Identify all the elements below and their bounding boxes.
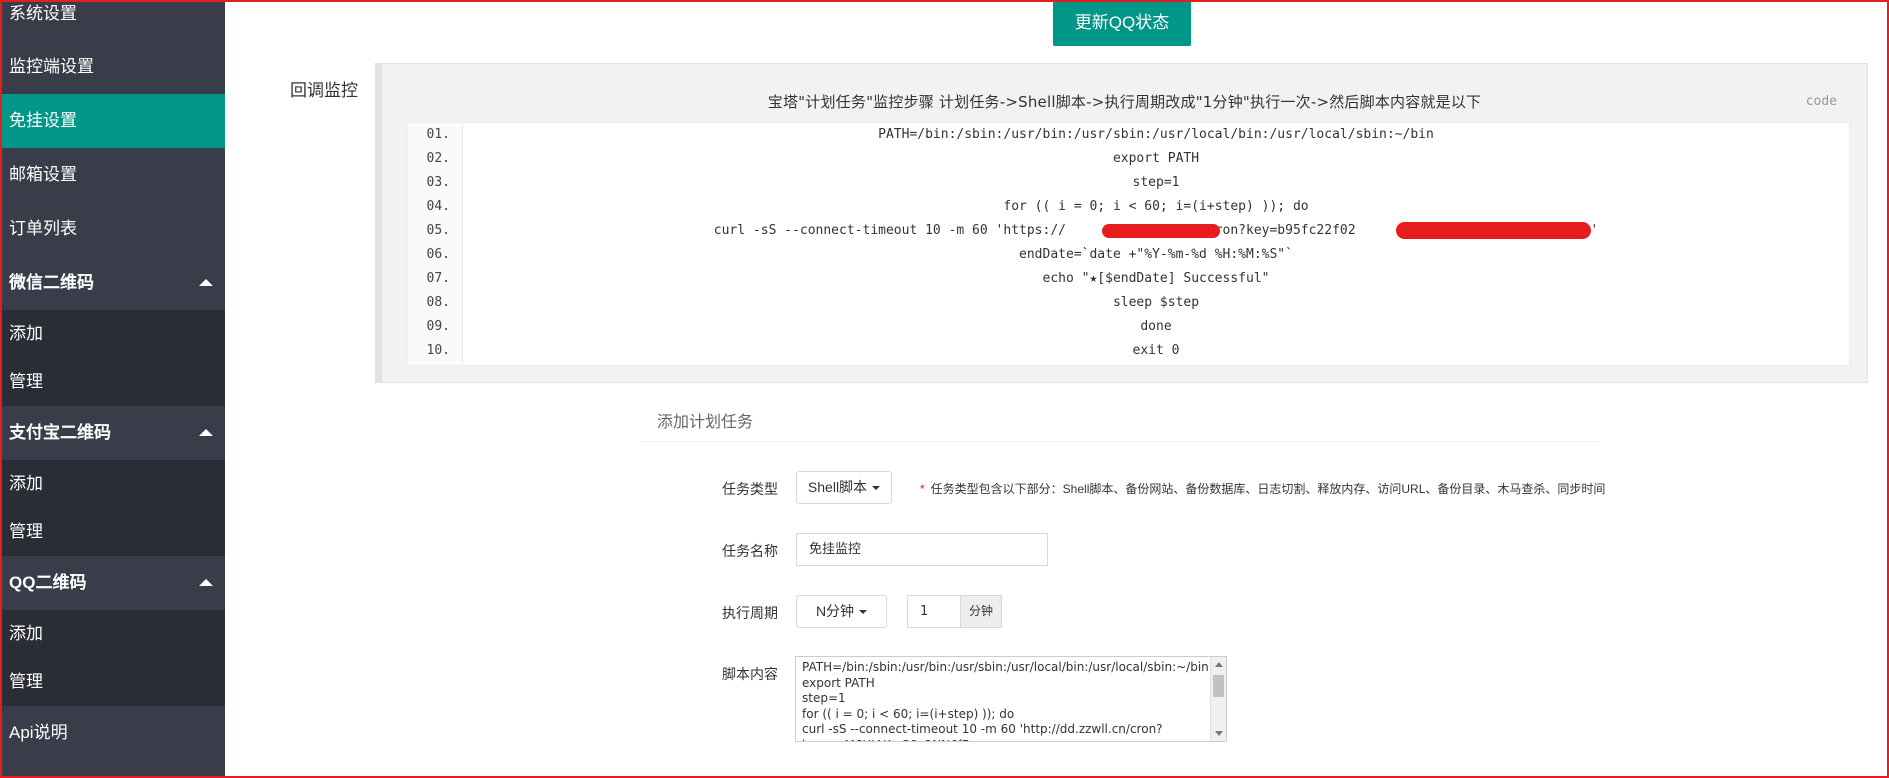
form-divider bbox=[640, 441, 1600, 442]
sidebar-item-wechat-manage[interactable]: 管理 bbox=[0, 358, 225, 406]
code-line: 09. done bbox=[408, 315, 1849, 339]
line-number: 09. bbox=[426, 319, 450, 334]
sidebar-item-email-settings[interactable]: 邮箱设置 bbox=[0, 148, 225, 202]
code-block: 宝塔"计划任务"监控步骤 计划任务->Shell脚本->执行周期改成"1分钟"执… bbox=[375, 63, 1868, 383]
line-text: sleep $step bbox=[1112, 295, 1200, 310]
sidebar-item-qq-add[interactable]: 添加 bbox=[0, 610, 225, 658]
caret-up-icon bbox=[199, 429, 213, 436]
task-name-label: 任务名称 bbox=[722, 543, 778, 559]
code-line: 01. PATH=/bin:/sbin:/usr/bin:/usr/sbin:/u… bbox=[408, 123, 1849, 147]
caret-up-icon bbox=[199, 279, 213, 286]
line-text: step=1 bbox=[1132, 175, 1180, 190]
code-line: 02. export PATH bbox=[408, 147, 1849, 171]
line-text: echo "★[$endDate] Successful" bbox=[1042, 271, 1270, 286]
code-line: 03. step=1 bbox=[408, 171, 1849, 195]
sidebar-group-label: 支付宝二维码 bbox=[9, 423, 111, 442]
sidebar-item-monitor-settings[interactable]: 监控端设置 bbox=[0, 40, 225, 94]
task-type-dropdown[interactable]: Shell脚本 bbox=[796, 471, 892, 504]
sidebar-submenu-wechat: 添加 管理 bbox=[0, 310, 225, 406]
line-text: done bbox=[1140, 319, 1172, 334]
sidebar-item-system-settings[interactable]: 系统设置 bbox=[0, 0, 225, 40]
task-type-label: 任务类型 bbox=[722, 481, 778, 497]
line-number: 06. bbox=[426, 247, 450, 262]
script-label: 脚本内容 bbox=[722, 666, 778, 682]
line-text: export PATH bbox=[1112, 151, 1200, 166]
line-number: 07. bbox=[426, 271, 450, 286]
redaction-mark bbox=[1396, 222, 1591, 239]
code-line: 08. sleep $step bbox=[408, 291, 1849, 315]
sidebar-submenu-alipay: 添加 管理 bbox=[0, 460, 225, 556]
caret-up-icon bbox=[199, 579, 213, 586]
period-type-dropdown[interactable]: N分钟 bbox=[796, 595, 887, 628]
line-number: 01. bbox=[426, 127, 450, 142]
sidebar-submenu-qq: 添加 管理 bbox=[0, 610, 225, 706]
sidebar-group-label: QQ二维码 bbox=[9, 573, 87, 592]
line-number: 08. bbox=[426, 295, 450, 310]
line-number: 10. bbox=[426, 343, 450, 358]
line-number: 04. bbox=[426, 199, 450, 214]
textarea-scrollbar[interactable] bbox=[1210, 657, 1226, 741]
scroll-down-icon bbox=[1215, 731, 1223, 736]
sidebar: 系统设置 监控端设置 免挂设置 邮箱设置 订单列表 微信二维码 添加 管理 支付… bbox=[0, 0, 225, 778]
scroll-up-icon bbox=[1215, 662, 1223, 667]
chevron-down-icon bbox=[872, 486, 881, 491]
form-title: 添加计划任务 bbox=[657, 414, 754, 431]
sidebar-item-wechat-add[interactable]: 添加 bbox=[0, 310, 225, 358]
required-mark: * bbox=[920, 482, 925, 496]
period-unit-addon: 分钟 bbox=[960, 595, 1002, 628]
sidebar-item-alipay-add[interactable]: 添加 bbox=[0, 460, 225, 508]
sidebar-item-alipay-manage[interactable]: 管理 bbox=[0, 508, 225, 556]
script-content: PATH=/bin:/sbin:/usr/bin:/usr/sbin:/usr/… bbox=[802, 660, 1209, 741]
code-line: 04. for (( i = 0; i < 60; i=(i+step) )); … bbox=[408, 195, 1849, 219]
period-label: 执行周期 bbox=[722, 605, 778, 621]
sidebar-group-qq-qr[interactable]: QQ二维码 bbox=[0, 556, 225, 610]
script-textarea[interactable]: PATH=/bin:/sbin:/usr/bin:/usr/sbin:/usr/… bbox=[795, 656, 1227, 742]
code-line: 06. endDate=`date +"%Y-%m-%d %H:%M:%S"` bbox=[408, 243, 1849, 267]
line-text: for (( i = 0; i < 60; i=(i+step) )); do bbox=[1003, 199, 1309, 214]
sidebar-group-alipay-qr[interactable]: 支付宝二维码 bbox=[0, 406, 225, 460]
redaction-mark bbox=[1102, 224, 1220, 238]
period-amount-input[interactable]: 1 bbox=[907, 595, 961, 628]
task-type-hint: * 任务类型包含以下部分：Shell脚本、备份网站、备份数据库、日志切割、释放内存… bbox=[920, 480, 1605, 497]
line-text: exit 0 bbox=[1132, 343, 1180, 358]
update-qq-status-button[interactable]: 更新QQ状态 bbox=[1053, 0, 1191, 46]
sidebar-item-qq-manage[interactable]: 管理 bbox=[0, 658, 225, 706]
code-line: 07. echo "★[$endDate] Successful" bbox=[408, 267, 1849, 291]
period-type-value: N分钟 bbox=[815, 603, 855, 619]
task-name-input[interactable]: 免挂监控 bbox=[796, 533, 1048, 566]
line-text: endDate=`date +"%Y-%m-%d %H:%M:%S"` bbox=[1019, 247, 1293, 262]
task-type-hint-text: 任务类型包含以下部分：Shell脚本、备份网站、备份数据库、日志切割、释放内存、… bbox=[930, 482, 1606, 496]
task-type-value: Shell脚本 bbox=[807, 479, 868, 495]
line-number: 02. bbox=[426, 151, 450, 166]
sidebar-group-wechat-qr[interactable]: 微信二维码 bbox=[0, 256, 225, 310]
chevron-down-icon bbox=[859, 610, 868, 615]
line-number: 03. bbox=[426, 175, 450, 190]
code-block-header: 宝塔"计划任务"监控步骤 计划任务->Shell脚本->执行周期改成"1分钟"执… bbox=[767, 93, 1482, 111]
code-body: 01. PATH=/bin:/sbin:/usr/bin:/usr/sbin:/u… bbox=[407, 122, 1850, 366]
sidebar-item-order-list[interactable]: 订单列表 bbox=[0, 202, 225, 256]
sidebar-item-hangfree-settings[interactable]: 免挂设置 bbox=[0, 94, 225, 148]
code-language-tag: code bbox=[1805, 94, 1837, 109]
line-text: PATH=/bin:/sbin:/usr/bin:/usr/sbin:/usr/… bbox=[878, 127, 1434, 142]
scroll-thumb[interactable] bbox=[1213, 675, 1224, 697]
line-number: 05. bbox=[426, 223, 450, 238]
sidebar-item-api-docs[interactable]: Api说明 bbox=[0, 706, 225, 760]
sidebar-group-label: 微信二维码 bbox=[9, 273, 94, 292]
callback-monitor-label: 回调监控 bbox=[290, 81, 358, 100]
code-line: 10. exit 0 bbox=[408, 339, 1849, 363]
